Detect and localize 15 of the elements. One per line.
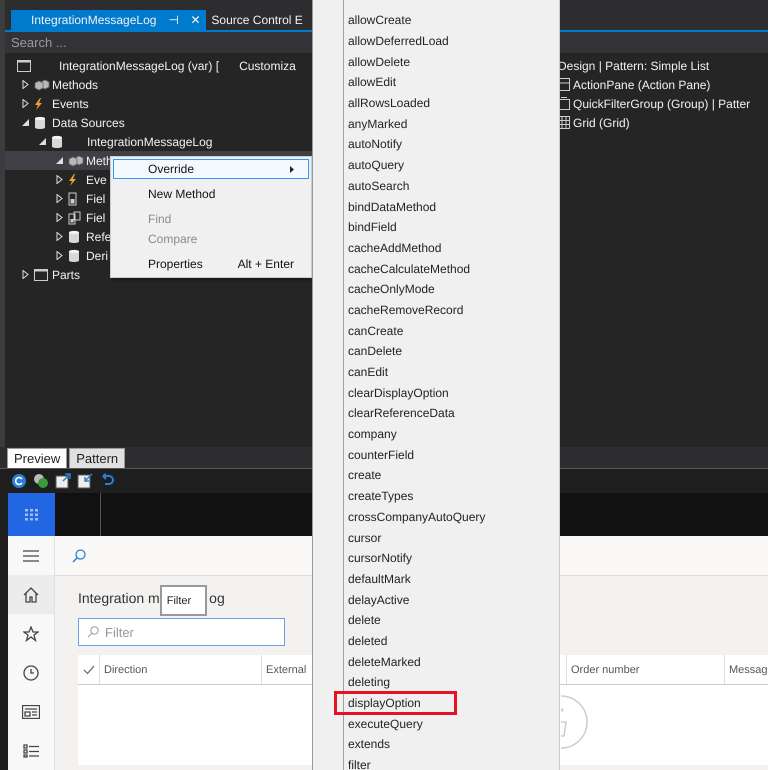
tree-item-label: Deri	[86, 248, 108, 262]
tree-item-label: Refe	[86, 230, 112, 244]
tree-item-label: Parts	[52, 268, 80, 282]
tree-item-label: Methods	[52, 78, 98, 92]
tree-item-label: Eve	[86, 172, 107, 186]
tooltip: Filter	[160, 584, 208, 616]
tree-item-label: Events	[52, 96, 89, 110]
tree-item-label: Fiel	[86, 210, 106, 224]
tree-item-label: IntegrationMessageLog (var) [	[59, 58, 220, 72]
page-title: Integration m	[78, 590, 160, 606]
page-title: og	[209, 590, 225, 606]
tree-item-label: Data Sources	[52, 116, 125, 130]
tree-item-label: IntegrationMessageLog	[87, 134, 212, 148]
tree-item-label: Fiel	[86, 192, 106, 206]
layer-label: Customiza	[239, 58, 296, 72]
